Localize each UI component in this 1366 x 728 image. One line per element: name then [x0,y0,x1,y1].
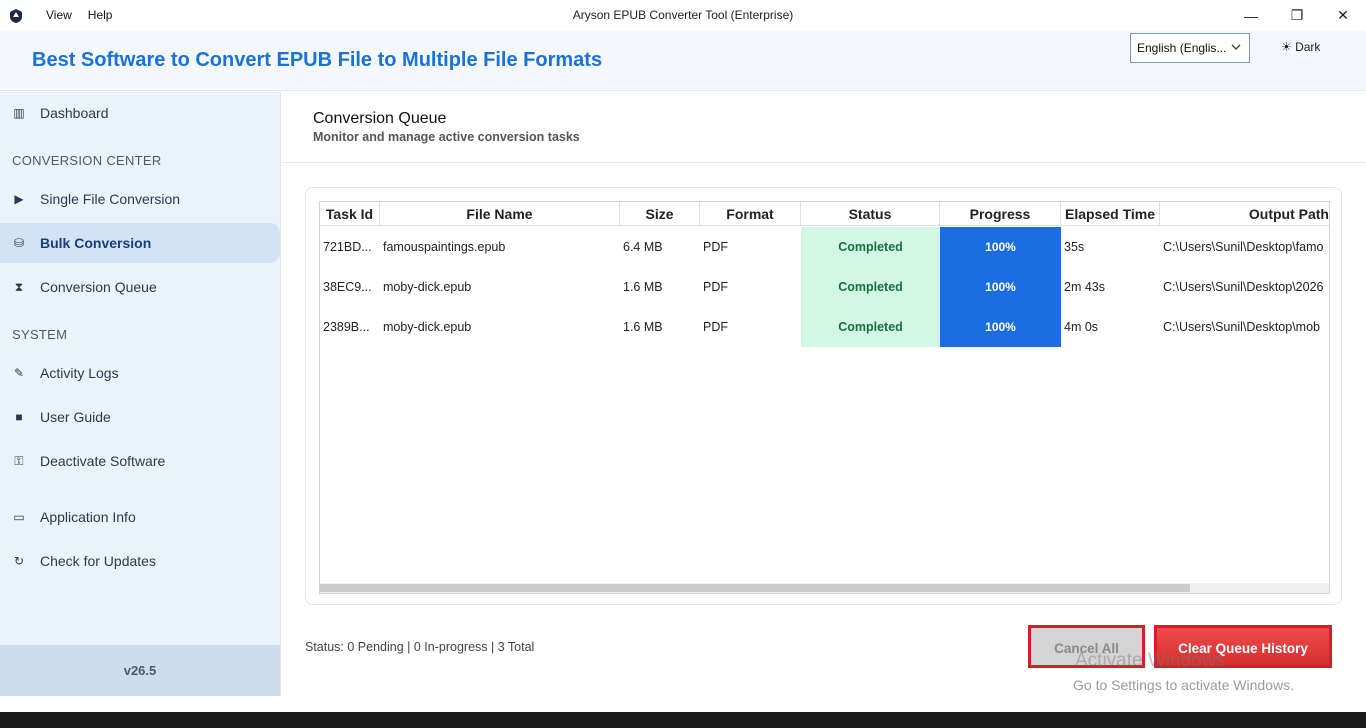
sidebar-item-conversion-queue[interactable]: ⧗ Conversion Queue [0,267,280,307]
queue-table-card: Task Id File Name Size Format Status Pro… [305,187,1342,605]
sidebar-item-user-guide[interactable]: ■ User Guide [0,397,280,437]
sidebar-item-label: Application Info [40,509,136,525]
divider [282,162,1366,163]
sidebar-item-deactivate[interactable]: ⚿ Deactivate Software [0,441,280,481]
dark-mode-toggle[interactable]: ☀ Dark [1281,40,1320,54]
window-title: Aryson EPUB Converter Tool (Enterprise) [572,8,794,22]
close-button[interactable]: ✕ [1320,0,1366,31]
progress-bar: 100% [940,267,1061,307]
cell-output-path: C:\Users\Sunil\Desktop\famo [1163,240,1324,254]
book-icon: ■ [15,410,23,424]
sidebar-item-application-info[interactable]: ▭ Application Info [0,497,280,537]
maximize-button[interactable]: ❐ [1274,0,1320,31]
cell-format: PDF [703,280,728,294]
refresh-icon: ↻ [13,554,25,568]
progress-bar: 100% [940,227,1061,267]
cell-task-id: 721BD... [323,240,372,254]
table-row[interactable]: 38EC9... moby-dick.epub 1.6 MB PDF Compl… [320,267,1329,307]
cell-output-path: C:\Users\Sunil\Desktop\2026 [1163,280,1324,294]
sidebar-item-check-updates[interactable]: ↻ Check for Updates [0,541,280,581]
status-badge: Completed [801,267,940,307]
language-select[interactable]: English (Englis... [1130,33,1250,63]
sidebar-item-label: Bulk Conversion [40,235,152,251]
menu-help[interactable]: Help [80,0,121,31]
language-value: English (Englis... [1137,41,1227,55]
queue-status-text: Status: 0 Pending | 0 In-progress | 3 To… [305,640,535,654]
cell-output-path: C:\Users\Sunil\Desktop\mob [1163,320,1321,334]
cell-format: PDF [703,240,728,254]
dashboard-icon: ▥ [13,106,25,120]
window-controls: — ❐ ✕ [1228,0,1366,31]
cell-task-id: 2389B... [323,320,370,334]
sidebar-item-single-conversion[interactable]: ▶ Single File Conversion [0,179,280,219]
open-book-icon: ▭ [13,510,25,524]
cell-size: 6.4 MB [623,240,663,254]
cell-file-name: moby-dick.epub [383,280,472,294]
play-icon: ▶ [14,192,24,206]
activation-watermark-subtitle: Go to Settings to activate Windows. [1073,677,1294,693]
taskbar [0,712,1366,728]
chevron-down-icon [1231,44,1241,50]
cell-size: 1.6 MB [623,320,663,334]
progress-bar: 100% [940,307,1061,347]
user-lock-icon: ⚿ [14,453,24,468]
cell-size: 1.6 MB [623,280,663,294]
column-header-progress[interactable]: Progress [940,202,1061,226]
app-header: Best Software to Convert EPUB File to Mu… [0,31,1366,91]
sidebar-item-label: User Guide [40,409,111,425]
hourglass-icon: ⧗ [14,279,24,294]
cell-file-name: famouspaintings.epub [383,240,506,254]
column-header-size[interactable]: Size [620,202,700,226]
table-row[interactable]: 721BD... famouspaintings.epub 6.4 MB PDF… [320,227,1329,267]
column-header-file-name[interactable]: File Name [380,202,620,226]
table-header: Task Id File Name Size Format Status Pro… [320,202,1329,226]
section-system: SYSTEM [12,327,68,342]
column-header-output-path[interactable]: Output Path [1160,202,1329,226]
column-header-status[interactable]: Status [801,202,940,226]
sidebar-item-label: Activity Logs [40,365,119,381]
status-badge: Completed [801,307,940,347]
sidebar-item-label: Deactivate Software [40,453,166,469]
header-title: Best Software to Convert EPUB File to Mu… [32,49,603,71]
sidebar-item-bulk-conversion[interactable]: ⛁ Bulk Conversion [0,223,280,263]
app-logo-icon [10,8,22,23]
activation-watermark-title: Activate Windows [1075,650,1225,671]
cell-file-name: moby-dick.epub [383,320,472,334]
page-subtitle: Monitor and manage active conversion tas… [313,130,580,144]
section-conversion-center: CONVERSION CENTER [12,153,162,168]
cell-task-id: 38EC9... [323,280,372,294]
sidebar-item-activity-logs[interactable]: ✎ Activity Logs [0,353,280,393]
sidebar-item-label: Conversion Queue [40,279,157,295]
title-bar: View Help Aryson EPUB Converter Tool (En… [0,0,1366,31]
page-title: Conversion Queue [313,110,447,127]
cell-elapsed-time: 2m 43s [1064,280,1105,294]
horizontal-scrollbar[interactable] [320,583,1329,593]
column-header-task-id[interactable]: Task Id [320,202,380,226]
sidebar-item-label: Single File Conversion [40,191,181,207]
queue-table[interactable]: Task Id File Name Size Format Status Pro… [319,201,1330,594]
main-panel: Conversion Queue Monitor and manage acti… [282,92,1366,696]
column-header-elapsed-time[interactable]: Elapsed Time [1061,202,1160,226]
sidebar: ▥ Dashboard CONVERSION CENTER ▶ Single F… [0,92,289,696]
version-label: v26.5 [0,645,280,696]
sidebar-item-label: Dashboard [40,105,109,121]
sidebar-item-label: Check for Updates [40,553,156,569]
cell-elapsed-time: 35s [1064,240,1085,254]
cell-format: PDF [703,320,728,334]
column-header-format[interactable]: Format [700,202,801,226]
status-badge: Completed [801,227,940,267]
minimize-button[interactable]: — [1228,0,1274,31]
sidebar-item-dashboard[interactable]: ▥ Dashboard [0,93,280,133]
cell-elapsed-time: 4m 0s [1064,320,1099,334]
table-row[interactable]: 2389B... moby-dick.epub 1.6 MB PDF Compl… [320,307,1329,347]
menu-bar: View Help [38,0,120,31]
edit-log-icon: ✎ [13,366,25,380]
database-icon: ⛁ [13,236,25,250]
scrollbar-thumb[interactable] [320,584,1190,592]
menu-view[interactable]: View [38,0,80,31]
